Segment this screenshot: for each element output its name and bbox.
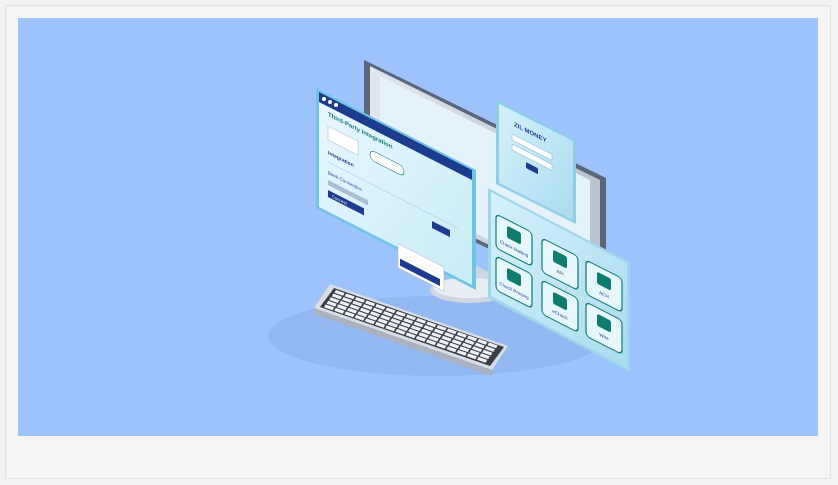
computer-illustration: Third-Party Integration Integration Bank… (268, 60, 630, 376)
window-dot-icon (334, 103, 338, 107)
hero-illustration: Third-Party Integration Integration Bank… (18, 18, 818, 436)
window-dot-icon (328, 100, 332, 104)
window-dot-icon (322, 97, 326, 101)
